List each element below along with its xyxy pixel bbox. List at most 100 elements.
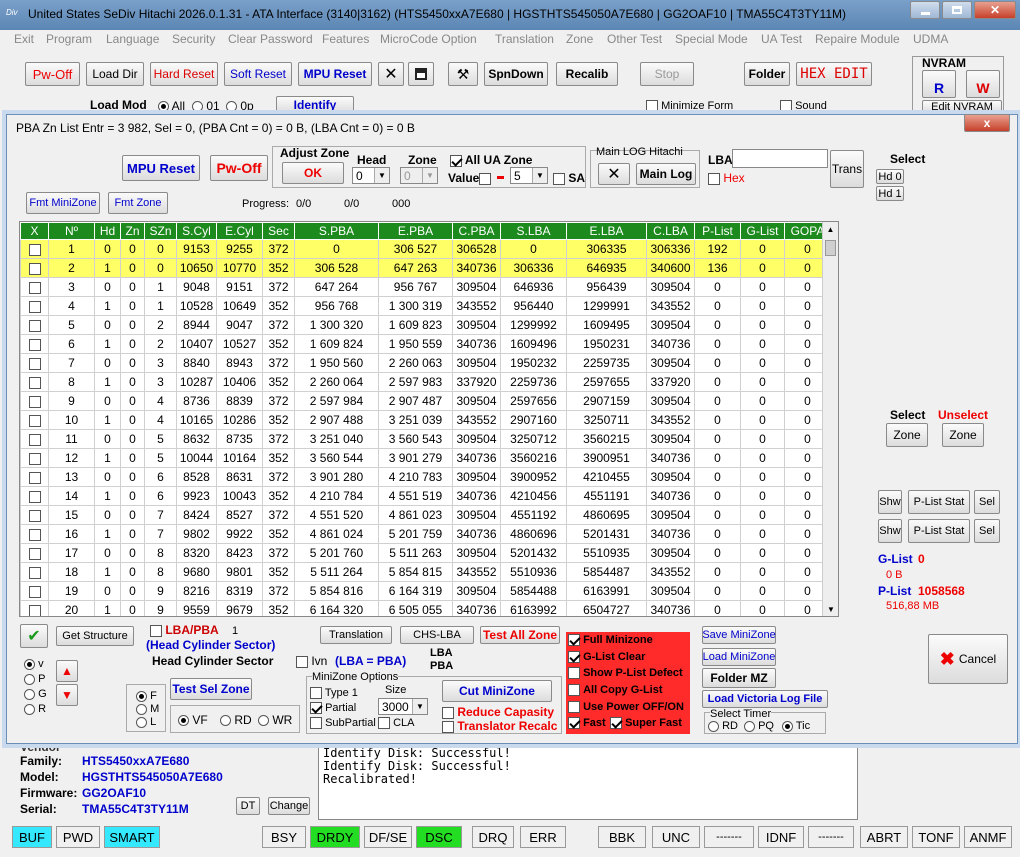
close-x-button[interactable]: ✕ [378, 62, 404, 86]
radio-r[interactable]: R [24, 703, 46, 715]
scroll-up-icon[interactable]: ▲ [823, 222, 838, 238]
radio-m[interactable]: M [136, 703, 159, 715]
column-header[interactable]: Hd [94, 222, 121, 240]
test-sel-zone-button[interactable]: Test Sel Zone [170, 678, 252, 700]
column-header[interactable]: Nº [48, 222, 95, 240]
menu-item-clear-password[interactable]: Clear Password [228, 32, 313, 46]
nvram-read-button[interactable]: R [922, 70, 956, 98]
translator-recalc-check[interactable]: Translator Recalc [442, 719, 557, 733]
radio-v-dot[interactable] [24, 658, 35, 670]
row-select-cell[interactable] [20, 600, 49, 616]
radio-wr[interactable]: WR [258, 713, 292, 727]
row-select-cell[interactable] [20, 353, 49, 373]
super-fast-box[interactable] [610, 717, 622, 730]
folder-button[interactable]: Folder [744, 62, 790, 86]
mpu-reset-button[interactable]: MPU Reset [122, 155, 200, 181]
column-header[interactable]: E.Cyl [216, 222, 263, 240]
fast-check[interactable]: Fast [568, 717, 606, 730]
row-select-cell[interactable] [20, 467, 49, 487]
ok-button[interactable]: OK [282, 162, 344, 184]
row-checkbox[interactable] [28, 281, 41, 294]
folder-mz-button[interactable]: Folder MZ [702, 668, 776, 688]
save-minizone-button[interactable]: Save MiniZone [702, 626, 776, 644]
nvram-write-button[interactable]: W [966, 70, 1000, 98]
row-select-cell[interactable] [20, 581, 49, 601]
radio-l-dot[interactable] [136, 716, 147, 728]
stop-button[interactable]: Stop [640, 62, 694, 86]
row-checkbox[interactable] [28, 490, 41, 503]
spndown-button[interactable]: SpnDown [484, 62, 548, 86]
ivn-box[interactable] [296, 655, 308, 668]
column-header[interactable]: X [20, 222, 49, 240]
cancel-button[interactable]: ✖ Cancel [928, 634, 1008, 684]
radio-f[interactable]: F [136, 690, 157, 702]
super-fast-check[interactable]: Super Fast [610, 717, 682, 730]
full-minizone-check[interactable]: Full Minizone [568, 634, 653, 647]
load-minizone-button[interactable]: Load MiniZone [702, 648, 776, 666]
row-select-cell[interactable] [20, 410, 49, 430]
menu-item-microcode-option[interactable]: MicroCode Option [380, 32, 477, 46]
main-log-button[interactable]: Main Log [636, 163, 696, 185]
lba-pba-box[interactable] [150, 624, 162, 637]
get-structure-button[interactable]: Get Structure [56, 626, 134, 646]
dialog-close-button[interactable]: x [964, 114, 1010, 132]
trans-button[interactable]: Trans [830, 150, 864, 188]
ivn-check[interactable]: Ivn [296, 654, 327, 668]
tools-button[interactable]: ⚒ [448, 62, 478, 86]
table-row[interactable]: 14 1 0 6 9923 10043 352 4 210 784 4 551 519 34073… [20, 486, 831, 506]
all-copy-glist-box[interactable] [568, 684, 580, 697]
partial-check[interactable]: Partial [310, 702, 356, 715]
column-header[interactable]: C.PBA [452, 222, 501, 240]
menu-item-security[interactable]: Security [172, 32, 215, 46]
menu-item-translation[interactable]: Translation [495, 32, 554, 46]
table-row[interactable]: 13 0 0 6 8528 8631 372 3 901 280 4 210 783 309504… [20, 467, 831, 487]
lba-input[interactable] [732, 149, 828, 168]
row-checkbox[interactable] [28, 395, 41, 408]
minimize-button[interactable] [910, 1, 940, 19]
value-box[interactable] [479, 172, 492, 185]
sel1-button[interactable]: Sel [974, 490, 1000, 514]
row-checkbox[interactable] [28, 338, 41, 351]
fmt-zone-button[interactable]: Fmt Zone [108, 192, 168, 214]
row-checkbox[interactable] [28, 433, 41, 446]
show-plist-defect-box[interactable] [568, 667, 580, 680]
lba-pba-check[interactable]: LBA/PBA [150, 623, 219, 637]
pw-off-dialog-button[interactable]: Pw-Off [210, 155, 268, 181]
select-zone-button[interactable]: Zone [886, 423, 928, 447]
pw-off-button[interactable]: Pw-Off [25, 62, 80, 86]
radio-0p[interactable]: 0p [226, 99, 254, 113]
row-checkbox[interactable] [28, 452, 41, 465]
radio-01[interactable]: 01 [192, 99, 220, 113]
column-header[interactable]: C.LBA [646, 222, 695, 240]
sa-check[interactable]: SA [553, 171, 585, 185]
fast-box[interactable] [568, 717, 580, 730]
timer-pq[interactable]: PQ [744, 720, 774, 732]
use-power-box[interactable] [568, 701, 580, 714]
row-checkbox[interactable] [28, 509, 41, 522]
column-header[interactable]: G-List [740, 222, 785, 240]
scroll-thumb[interactable] [825, 240, 836, 256]
menu-item-zone[interactable]: Zone [566, 32, 593, 46]
table-row[interactable]: 1 0 0 0 9153 9255 372 0 306 527 306528 0 306335 3063… [20, 239, 831, 259]
scroll-down-icon[interactable]: ▼ [823, 602, 838, 616]
shw2-button[interactable]: Shw [878, 519, 902, 543]
table-row[interactable]: 2 1 0 0 10650 10770 352 306 528 647 263 340736 306… [20, 258, 831, 278]
full-minizone-box[interactable] [568, 634, 580, 647]
row-checkbox[interactable] [28, 376, 41, 389]
hex-check[interactable]: Hex [708, 171, 745, 185]
cla-box[interactable] [378, 717, 390, 730]
all-ua-zone-check[interactable]: All UA Zone [450, 153, 532, 167]
table-row[interactable]: 4 1 0 1 10528 10649 352 956 768 1 300 319 343552 9… [20, 296, 831, 316]
radio-rd-dot[interactable] [220, 715, 231, 727]
sa-box[interactable] [553, 172, 565, 185]
menu-item-udma[interactable]: UDMA [913, 32, 948, 46]
row-select-cell[interactable] [20, 258, 49, 278]
table-row[interactable]: 9 0 0 4 8736 8839 372 2 597 984 2 907 487 309504 2… [20, 391, 831, 411]
hard-reset-button[interactable]: Hard Reset [150, 62, 218, 86]
radio-p-dot[interactable] [24, 673, 35, 685]
radio-g-dot[interactable] [24, 688, 35, 700]
row-select-cell[interactable] [20, 543, 49, 563]
sel2-button[interactable]: Sel [974, 519, 1000, 543]
zone-select[interactable]: 0 ▼ [400, 167, 438, 184]
radio-vf-dot[interactable] [178, 715, 189, 727]
